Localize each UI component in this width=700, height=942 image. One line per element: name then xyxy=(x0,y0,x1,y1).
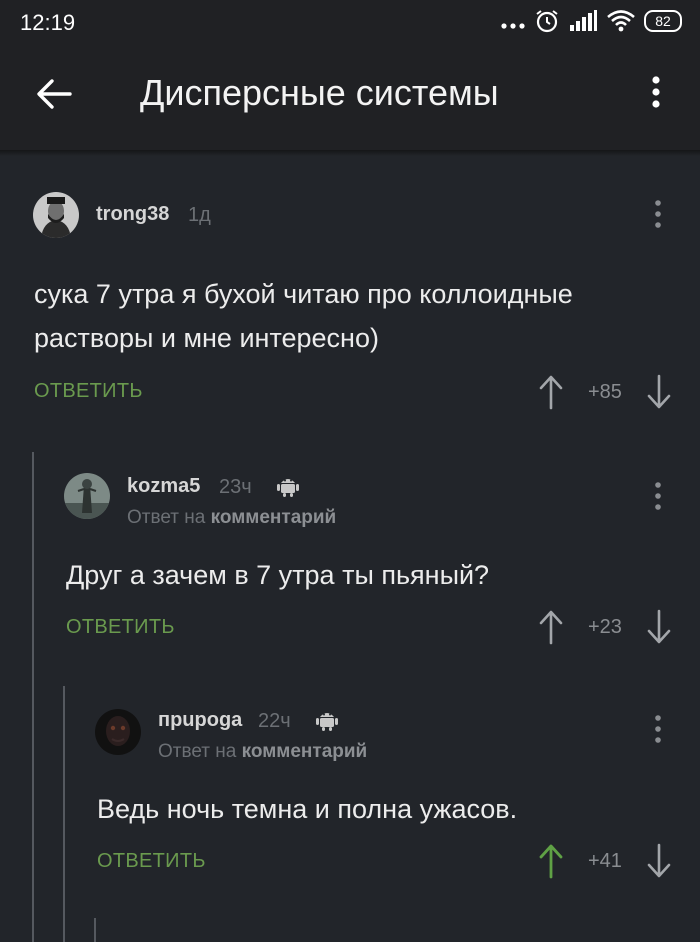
comment-text: Ведь ночь темна и полна ужасов. xyxy=(97,794,518,824)
upvote-arrow-icon[interactable] xyxy=(538,609,564,645)
comment-menu-icon[interactable] xyxy=(653,199,663,229)
status-time: 12:19 xyxy=(20,10,76,35)
alarm-icon xyxy=(536,10,558,33)
comment-menu-icon[interactable] xyxy=(653,714,663,744)
upvote-arrow-icon[interactable] xyxy=(538,374,564,410)
android-icon xyxy=(277,479,299,497)
reply-to-link[interactable]: комментарий xyxy=(211,507,337,528)
comment-timestamp: 23ч xyxy=(219,476,252,498)
reply-to-label: Ответ на комментарий xyxy=(127,507,336,529)
signal-icon xyxy=(570,10,597,31)
thread-line-level-3 xyxy=(94,918,96,942)
upvote-arrow-icon-active[interactable] xyxy=(538,843,564,879)
downvote-arrow-icon[interactable] xyxy=(646,843,672,879)
avatar[interactable] xyxy=(64,473,110,519)
thread-line-level-1 xyxy=(32,452,34,942)
more-dots-icon xyxy=(501,23,525,29)
reply-button[interactable]: ОТВЕТИТЬ xyxy=(97,850,206,873)
wifi-icon xyxy=(607,10,635,32)
overflow-menu-icon[interactable] xyxy=(644,72,668,112)
reply-to-link[interactable]: комментарий xyxy=(242,741,368,762)
comment-text: Друг а зачем в 7 утра ты пьяный? xyxy=(66,560,490,590)
comment-author[interactable]: прupoga xyxy=(158,709,242,732)
reply-button[interactable]: ОТВЕТИТЬ xyxy=(66,616,175,639)
comment-text: сука 7 утра я бухой читаю про коллоидные… xyxy=(34,279,573,353)
reply-button[interactable]: ОТВЕТИТЬ xyxy=(34,380,143,403)
reply-to-prefix: Ответ на xyxy=(127,507,206,528)
avatar[interactable] xyxy=(95,709,141,755)
comment-author[interactable]: kozma5 xyxy=(127,475,200,498)
android-icon xyxy=(316,713,338,731)
appbar-divider xyxy=(0,150,700,156)
downvote-arrow-icon[interactable] xyxy=(646,609,672,645)
avatar[interactable] xyxy=(33,192,79,238)
thread-line-level-2 xyxy=(63,686,65,942)
downvote-arrow-icon[interactable] xyxy=(646,374,672,410)
app-bar: Дисперсные системы xyxy=(0,44,700,150)
status-bar: 12:19 82 xyxy=(0,0,700,44)
comment-author[interactable]: trong38 xyxy=(96,203,169,226)
comment-score: +85 xyxy=(588,381,622,403)
comment-timestamp: 22ч xyxy=(258,710,291,732)
page-title: Дисперсные системы xyxy=(140,72,499,113)
reply-to-prefix: Ответ на xyxy=(158,741,237,762)
back-arrow-icon[interactable] xyxy=(34,74,74,114)
comment-menu-icon[interactable] xyxy=(653,481,663,511)
comment-score: +41 xyxy=(588,850,622,872)
battery-indicator: 82 xyxy=(644,10,682,32)
status-icons: 82 xyxy=(500,8,682,34)
reply-to-label: Ответ на комментарий xyxy=(158,741,367,763)
comment-score: +23 xyxy=(588,616,622,638)
comment-timestamp: 1д xyxy=(188,204,211,226)
